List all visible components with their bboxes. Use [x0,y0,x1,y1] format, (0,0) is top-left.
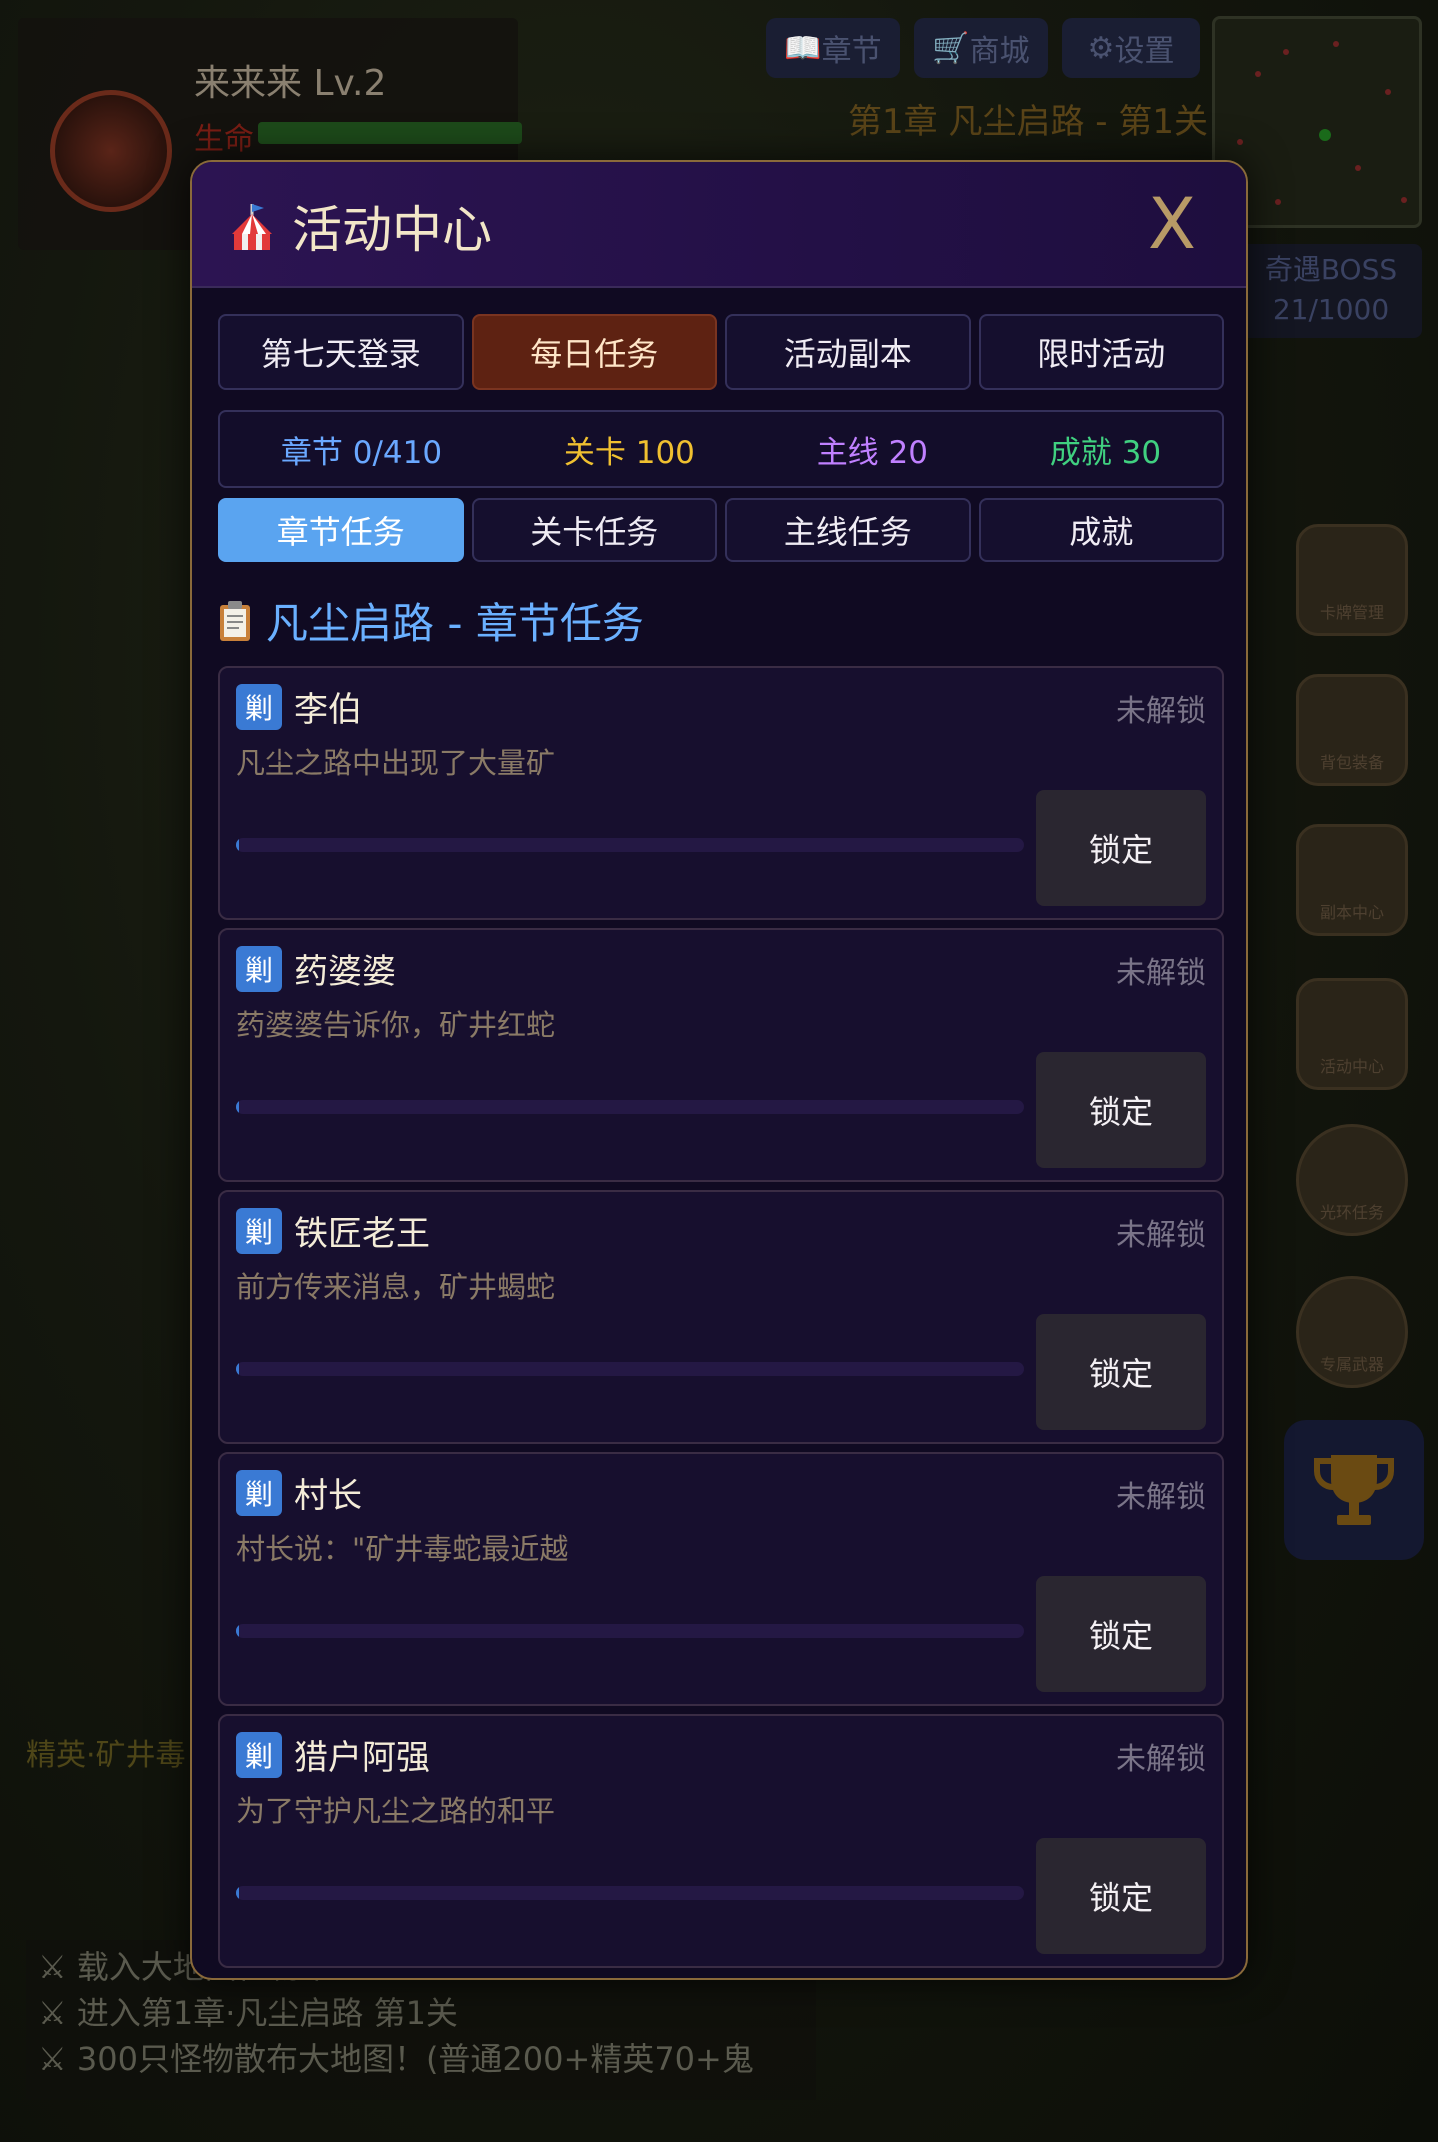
section-title: 凡尘启路 - 章节任务 [218,590,644,651]
modal-header: 活动中心 X [192,162,1246,288]
task-card: 剿李伯 未解锁凡尘之路中出现了大量矿锁定 [218,666,1224,920]
elite-monster-label: 精英·矿井毒 [26,1738,186,1773]
encounter-boss-label: 奇遇BOSS [1264,253,1398,286]
encounter-boss-count: 21/1000 [1272,293,1390,326]
task-card: 剿药婆婆 未解锁药婆婆告诉你，矿井红蛇锁定 [218,928,1224,1182]
stat-stage: 关卡 100 [563,434,695,471]
aura-quest-icon[interactable]: 光环任务 [1296,1124,1408,1236]
task-type-badge: 剿 [236,946,282,992]
modal-title: 活动中心 [292,201,492,259]
task-type-badge: 剿 [236,684,282,730]
task-progress-bar [236,1886,1024,1900]
tab-event-dungeon[interactable]: 活动副本 [725,314,971,390]
crossed-swords-icon: ⚔ [38,2040,77,2078]
task-progress-fill [236,838,240,852]
task-description: 村长说："矿井毒蛇最近越 [236,1532,569,1566]
gear-icon: ⚙ [1087,30,1115,66]
task-card: 剿猎户阿强 未解锁为了守护凡尘之路的和平锁定 [218,1714,1224,1968]
shop-button[interactable]: 🛒 商城 [914,18,1048,78]
task-npc-name: 铁匠老王 [294,1214,430,1254]
settings-button-label: 设置 [1114,34,1175,69]
task-status: 未解锁 [1116,1742,1206,1777]
trophy-button[interactable] [1284,1420,1424,1560]
tab-achievements[interactable]: 成就 [978,498,1224,562]
trophy-icon [1314,1455,1394,1525]
task-progress-fill [236,1624,240,1638]
task-status: 未解锁 [1116,956,1206,991]
close-button[interactable]: X [1148,184,1196,264]
task-npc-name: 猎户阿强 [294,1738,430,1778]
task-progress-fill [236,1100,240,1114]
task-progress-bar [236,1100,1024,1114]
task-description: 药婆婆告诉你，矿井红蛇 [236,1008,556,1042]
task-description: 前方传来消息，矿井蝎蛇 [236,1270,556,1304]
shop-button-label: 商城 [969,34,1030,69]
crossed-swords-icon: ⚔ [38,1948,77,1986]
task-status: 未解锁 [1116,1480,1206,1515]
task-progress-bar [236,1624,1024,1638]
task-progress-fill [236,1886,240,1900]
encounter-boss-panel[interactable]: 奇遇BOSS 21/1000 [1240,244,1422,338]
task-status: 未解锁 [1116,1218,1206,1253]
tab-stage-tasks[interactable]: 关卡任务 [471,498,717,562]
task-description: 为了守护凡尘之路的和平 [236,1794,556,1828]
clipboard-icon [220,600,250,641]
task-type-badge: 剿 [236,1470,282,1516]
chapter-stage-label: 第1章 凡尘启路 - 第1关 [848,102,1208,142]
book-icon: 📖 [784,30,822,66]
task-type-badge: 剿 [236,1732,282,1778]
task-progress-bar [236,1362,1024,1376]
player-position-dot [1319,129,1331,141]
settings-button[interactable]: ⚙ 设置 [1062,18,1200,78]
task-npc-name: 药婆婆 [294,952,396,992]
section-title-text: 凡尘启路 - 章节任务 [266,599,644,648]
task-description: 凡尘之路中出现了大量矿 [236,746,556,780]
card-management-icon[interactable]: 卡牌管理 [1296,524,1408,636]
log-line: ⚔ 300只怪物散布大地图！(普通200+精英70+鬼 [38,2040,754,2078]
task-progress-bar [236,838,1024,852]
sub-tabs: 章节任务 关卡任务 主线任务 成就 [218,498,1224,562]
hp-label: 生命 [194,122,254,157]
player-name-level: 来来来 Lv.2 [194,54,386,106]
task-npc-name: 李伯 [294,690,362,730]
task-stats: 章节 0/410 关卡 100 主线 20 成就 30 [218,410,1224,488]
player-level: Lv.2 [313,63,387,104]
activity-center-modal: 活动中心 X 第七天登录 每日任务 活动副本 限时活动 章节 0/410 关卡 … [190,160,1248,1980]
lock-button[interactable]: 锁定 [1036,790,1206,906]
exclusive-weapon-icon[interactable]: 专属武器 [1296,1276,1408,1388]
activity-center-icon[interactable]: 活动中心 [1296,978,1408,1090]
task-card: 剿村长 未解锁村长说："矿井毒蛇最近越锁定 [218,1452,1224,1706]
hp-bar [258,122,522,144]
task-type-badge: 剿 [236,1208,282,1254]
task-status: 未解锁 [1116,694,1206,729]
stat-mainline: 主线 20 [816,434,928,471]
tab-seventh-day-login[interactable]: 第七天登录 [218,314,464,390]
task-progress-fill [236,1362,240,1376]
tab-chapter-tasks[interactable]: 章节任务 [218,498,464,562]
task-npc-name: 村长 [294,1476,362,1516]
lock-button[interactable]: 锁定 [1036,1314,1206,1430]
backpack-equipment-icon[interactable]: 背包装备 [1296,674,1408,786]
main-tabs: 第七天登录 每日任务 活动副本 限时活动 [218,314,1224,390]
circus-tent-icon [232,204,272,250]
lock-button[interactable]: 锁定 [1036,1576,1206,1692]
chapter-button[interactable]: 📖 章节 [766,18,900,78]
dungeon-center-icon[interactable]: 副本中心 [1296,824,1408,936]
task-card: 剿铁匠老王 未解锁前方传来消息，矿井蝎蛇锁定 [218,1190,1224,1444]
chapter-button-label: 章节 [821,34,882,69]
stat-achievement: 成就 30 [1049,434,1162,471]
tab-mainline-tasks[interactable]: 主线任务 [725,498,971,562]
lock-button[interactable]: 锁定 [1036,1052,1206,1168]
log-line: ⚔ 进入第1章·凡尘启路 第1关 [38,1994,458,2032]
player-name: 来来来 [194,63,303,104]
lock-button[interactable]: 锁定 [1036,1838,1206,1954]
cart-icon: 🛒 [932,30,970,66]
tab-daily-tasks[interactable]: 每日任务 [471,314,717,390]
stat-chapter: 章节 0/410 [280,434,443,471]
crossed-swords-icon: ⚔ [38,1994,77,2032]
player-avatar[interactable] [50,90,172,212]
tab-limited-event[interactable]: 限时活动 [978,314,1224,390]
